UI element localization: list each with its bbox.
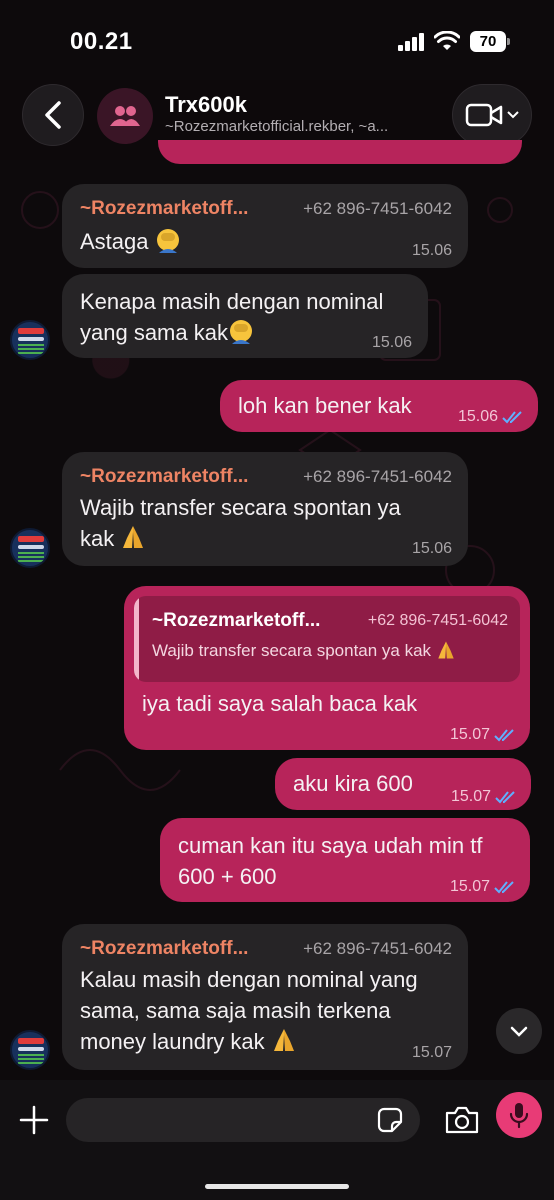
double-check-icon bbox=[494, 881, 514, 894]
camera-button[interactable] bbox=[440, 1100, 484, 1140]
cellular-signal-icon bbox=[398, 33, 424, 51]
pray-emoji bbox=[273, 1029, 294, 1051]
quoted-phone: +62 896-7451-6042 bbox=[367, 612, 508, 629]
chevron-left-icon bbox=[45, 101, 61, 129]
message-text: loh kan bener kak bbox=[238, 393, 412, 418]
pray-emoji bbox=[123, 526, 144, 548]
message-time: 15.07 bbox=[411, 1044, 452, 1061]
pray-emoji bbox=[438, 641, 454, 659]
message-text: iya tadi saya salah baca kak bbox=[142, 691, 418, 716]
sender-name[interactable]: ~Rozezmarketoff... bbox=[80, 466, 248, 488]
message-time: 15.07 bbox=[449, 878, 490, 895]
plus-icon bbox=[19, 1105, 49, 1135]
group-icon bbox=[110, 106, 140, 126]
group-avatar[interactable] bbox=[97, 88, 153, 144]
message-bubble-incoming[interactable]: ~Rozezmarketoff... +62 896-7451-6042 Kal… bbox=[62, 924, 468, 1070]
clock: 00.21 bbox=[70, 28, 133, 55]
message-time: 15.06 bbox=[411, 540, 452, 557]
message-bubble-outgoing-reply[interactable]: ~Rozezmarketoff... +62 896-7451-6042 Waj… bbox=[124, 586, 530, 750]
double-check-icon bbox=[494, 729, 514, 742]
message-text-line: cuman kan itu saya udah min tf bbox=[178, 833, 483, 858]
message-text-line: sama, sama saja masih terkena bbox=[80, 998, 391, 1023]
attach-button[interactable] bbox=[14, 1100, 54, 1140]
chevron-down-icon bbox=[507, 111, 519, 119]
message-bubble-outgoing[interactable]: aku kira 600 15.07 bbox=[275, 758, 531, 810]
facepalm-emoji bbox=[229, 320, 252, 344]
chat-participants[interactable]: ~Rozezmarketofficial.rekber, ~a... bbox=[165, 118, 435, 135]
sticker-button[interactable] bbox=[374, 1104, 406, 1136]
message-text-line: Wajib transfer secara spontan ya bbox=[80, 495, 401, 520]
message-bubble-outgoing[interactable]: cuman kan itu saya udah min tf 600 + 600… bbox=[160, 818, 530, 902]
camera-icon bbox=[445, 1106, 479, 1134]
message-text: aku kira 600 bbox=[293, 771, 413, 796]
battery-icon: 70 bbox=[470, 31, 510, 52]
message-time: 15.06 bbox=[457, 408, 498, 425]
message-text: Astaga bbox=[80, 226, 181, 257]
quoted-message[interactable]: ~Rozezmarketoff... +62 896-7451-6042 Waj… bbox=[134, 596, 520, 682]
voice-message-button[interactable] bbox=[496, 1092, 542, 1138]
sender-phone: +62 896-7451-6042 bbox=[303, 467, 452, 486]
message-composer bbox=[0, 1080, 554, 1200]
microphone-icon bbox=[509, 1103, 529, 1129]
message-text-line: yang sama kak bbox=[80, 317, 254, 348]
double-check-icon bbox=[495, 791, 515, 804]
message-input[interactable] bbox=[66, 1098, 420, 1142]
message-time: 15.07 bbox=[450, 788, 491, 805]
message-bubble-outgoing[interactable]: loh kan bener kak 15.06 bbox=[220, 380, 538, 432]
wifi-icon bbox=[434, 31, 460, 50]
sender-name[interactable]: ~Rozezmarketoff... bbox=[80, 198, 248, 220]
home-indicator bbox=[205, 1184, 349, 1189]
message-bubble-incoming[interactable]: Kenapa masih dengan nominal yang sama ka… bbox=[62, 274, 428, 358]
message-text-line: Kalau masih dengan nominal yang bbox=[80, 967, 418, 992]
message-text-line: Kenapa masih dengan nominal bbox=[80, 289, 384, 314]
message-time: 15.06 bbox=[371, 334, 412, 351]
message-text-line: 600 + 600 bbox=[178, 864, 277, 889]
quoted-sender: ~Rozezmarketoff... bbox=[152, 610, 321, 631]
sticker-icon bbox=[377, 1107, 403, 1133]
message-time: 15.07 bbox=[449, 726, 490, 743]
sender-phone: +62 896-7451-6042 bbox=[303, 199, 452, 218]
facepalm-emoji bbox=[156, 229, 179, 253]
sender-phone: +62 896-7451-6042 bbox=[303, 939, 452, 958]
sender-avatar[interactable] bbox=[10, 1030, 50, 1070]
sender-avatar[interactable] bbox=[10, 320, 50, 360]
double-check-icon bbox=[502, 411, 522, 424]
sender-avatar[interactable] bbox=[10, 528, 50, 568]
scroll-to-bottom-button[interactable] bbox=[496, 1008, 542, 1054]
message-time: 15.06 bbox=[411, 242, 452, 259]
message-bubble-outgoing-partial bbox=[158, 140, 522, 164]
message-text-line: money laundry kak bbox=[80, 1026, 297, 1057]
message-bubble-incoming[interactable]: ~Rozezmarketoff... +62 896-7451-6042 Ast… bbox=[62, 184, 468, 268]
message-text-line: kak bbox=[80, 523, 146, 554]
quoted-text: Wajib transfer secara spontan ya kak bbox=[152, 640, 456, 661]
chevron-down-icon bbox=[510, 1026, 528, 1037]
video-call-button[interactable] bbox=[452, 84, 532, 146]
video-camera-icon bbox=[465, 103, 503, 127]
chat-title[interactable]: Trx600k bbox=[165, 92, 247, 118]
message-bubble-incoming[interactable]: ~Rozezmarketoff... +62 896-7451-6042 Waj… bbox=[62, 452, 468, 566]
sender-name[interactable]: ~Rozezmarketoff... bbox=[80, 938, 248, 960]
back-button[interactable] bbox=[22, 84, 84, 146]
battery-level: 70 bbox=[470, 31, 506, 52]
status-bar: 00.21 70 bbox=[0, 0, 554, 80]
